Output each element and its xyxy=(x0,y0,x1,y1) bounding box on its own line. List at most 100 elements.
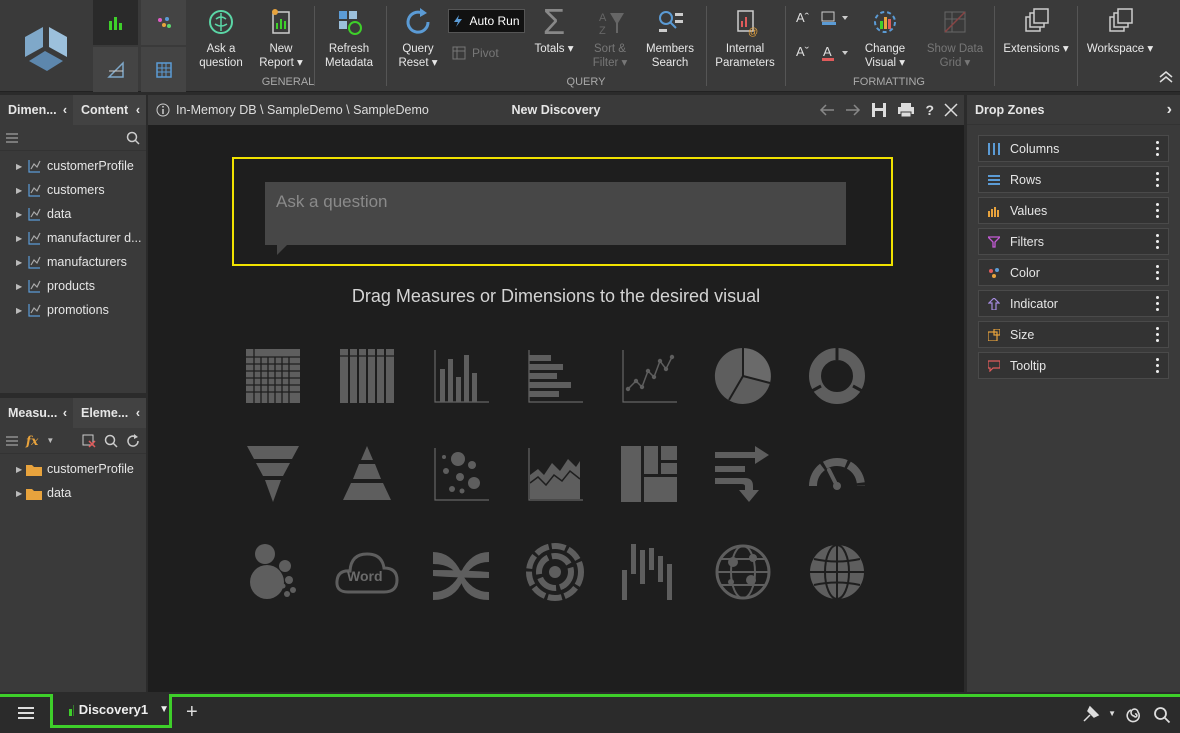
scatter-visual-button[interactable] xyxy=(619,346,679,406)
expand-arrow-icon[interactable]: ▶ xyxy=(16,234,26,243)
column-grid-visual-button[interactable] xyxy=(337,346,397,406)
app-logo[interactable] xyxy=(0,0,92,92)
ask-question-input[interactable] xyxy=(265,182,846,245)
formulate-mode-button[interactable] xyxy=(141,0,186,45)
clear-filter-icon[interactable] xyxy=(82,434,96,448)
extensions-button[interactable]: Extensions ▾ xyxy=(1002,4,1070,76)
sankey-visual-button[interactable] xyxy=(713,444,773,504)
sort-filter-button[interactable]: AZ Sort & Filter ▾ xyxy=(588,4,632,76)
expand-arrow-icon[interactable]: ▶ xyxy=(16,282,26,291)
formula-icon[interactable]: fx xyxy=(26,434,38,448)
waterfall-visual-button[interactable] xyxy=(619,542,679,602)
internal-parameters-button[interactable]: @ Internal Parameters xyxy=(715,4,775,76)
drop-zone-columns[interactable]: Columns xyxy=(978,135,1169,162)
tab-elements[interactable]: Eleme... ‹ xyxy=(73,398,146,428)
font-color-button[interactable]: A xyxy=(820,44,848,65)
tree-item[interactable]: ▶ products xyxy=(0,274,146,298)
query-reset-button[interactable]: Query Reset ▾ xyxy=(396,4,440,76)
sunburst-visual-button[interactable] xyxy=(525,542,585,602)
pin-tool-button[interactable] xyxy=(1082,705,1100,726)
global-search-button[interactable] xyxy=(1153,706,1171,727)
save-icon[interactable] xyxy=(871,102,887,118)
close-icon[interactable] xyxy=(944,103,958,117)
expand-arrow-icon[interactable]: ▶ xyxy=(16,210,26,219)
tree-item[interactable]: ▶ promotions xyxy=(0,298,146,322)
drop-zone-rows[interactable]: Rows xyxy=(978,166,1169,193)
search-icon[interactable] xyxy=(104,434,118,448)
chord-visual-button[interactable] xyxy=(431,542,491,602)
list-view-icon[interactable] xyxy=(6,133,18,143)
expand-arrow-icon[interactable]: ▶ xyxy=(16,306,26,315)
font-size-decrease-button[interactable]: Aˇ xyxy=(796,44,809,59)
more-options-icon[interactable] xyxy=(1156,141,1160,156)
illustrate-mode-button[interactable] xyxy=(93,47,138,92)
search-icon[interactable] xyxy=(126,131,140,145)
workspace-button[interactable]: Workspace ▾ xyxy=(1086,4,1154,76)
pack-bubble-visual-button[interactable] xyxy=(243,542,303,602)
tab-discovery1[interactable]: Discovery1 ▼ xyxy=(50,694,172,728)
drop-zone-size[interactable]: Size xyxy=(978,321,1169,348)
pyramid-visual-button[interactable] xyxy=(337,444,397,504)
new-report-button[interactable]: New Report ▾ xyxy=(258,4,304,76)
more-options-icon[interactable] xyxy=(1156,327,1160,342)
drop-zone-values[interactable]: Values xyxy=(978,197,1169,224)
drop-zone-tooltip[interactable]: Tooltip xyxy=(978,352,1169,379)
gauge-visual-button[interactable] xyxy=(807,444,867,504)
tree-item[interactable]: ▶ data xyxy=(0,481,146,505)
tree-item[interactable]: ▶ manufacturer d... xyxy=(0,226,146,250)
more-options-icon[interactable] xyxy=(1156,172,1160,187)
totals-button[interactable]: Σ Totals ▾ xyxy=(532,4,576,76)
menu-button[interactable] xyxy=(18,706,34,723)
refresh-metadata-button[interactable]: Refresh Metadata xyxy=(323,4,375,76)
tree-item[interactable]: ▶ customerProfile xyxy=(0,457,146,481)
grid-visual-button[interactable] xyxy=(243,346,303,406)
add-tab-icon[interactable]: + xyxy=(186,702,198,722)
more-options-icon[interactable] xyxy=(1156,296,1160,311)
more-options-icon[interactable] xyxy=(1156,234,1160,249)
funnel-visual-button[interactable] xyxy=(243,444,303,504)
map-visual-button[interactable] xyxy=(713,542,773,602)
treemap-visual-button[interactable] xyxy=(619,444,679,504)
refresh-icon[interactable] xyxy=(126,433,140,448)
tree-item[interactable]: ▶ customers xyxy=(0,178,146,202)
font-size-increase-button[interactable]: Aˆ xyxy=(796,10,809,25)
spiral-button[interactable] xyxy=(1126,706,1144,727)
drop-zone-color[interactable]: Color xyxy=(978,259,1169,286)
redo-arrow-icon[interactable] xyxy=(845,104,861,116)
show-data-grid-button[interactable]: Show Data Grid ▾ xyxy=(926,4,984,76)
tree-item[interactable]: ▶ data xyxy=(0,202,146,226)
tree-item[interactable]: ▶ customerProfile xyxy=(0,154,146,178)
word-cloud-visual-button[interactable]: Word xyxy=(333,542,401,602)
chevron-down-icon[interactable]: ▼ xyxy=(46,436,54,445)
present-mode-button[interactable] xyxy=(141,47,186,92)
pivot-button[interactable]: Pivot xyxy=(452,46,499,60)
chevron-down-icon[interactable]: ▼ xyxy=(1108,709,1116,718)
expand-arrow-icon[interactable]: ▶ xyxy=(16,162,26,171)
tab-content[interactable]: Content ‹ xyxy=(73,95,146,125)
chevron-right-icon[interactable]: › xyxy=(1167,101,1172,119)
geo-map-visual-button[interactable] xyxy=(807,542,867,602)
list-view-icon[interactable] xyxy=(6,436,18,446)
area-chart-visual-button[interactable] xyxy=(525,444,585,504)
pie-chart-visual-button[interactable] xyxy=(713,346,773,406)
more-options-icon[interactable] xyxy=(1156,358,1160,373)
auto-run-button[interactable]: Auto Run xyxy=(448,9,525,33)
tree-item[interactable]: ▶ manufacturers xyxy=(0,250,146,274)
fill-color-button[interactable] xyxy=(820,10,848,29)
tab-measures[interactable]: Measu... ‹ xyxy=(0,398,73,428)
expand-arrow-icon[interactable]: ▶ xyxy=(16,258,26,267)
expand-arrow-icon[interactable]: ▶ xyxy=(16,186,26,195)
more-options-icon[interactable] xyxy=(1156,265,1160,280)
change-visual-button[interactable]: Change Visual ▾ xyxy=(862,4,908,76)
expand-arrow-icon[interactable]: ▶ xyxy=(16,465,26,474)
expand-arrow-icon[interactable]: ▶ xyxy=(16,489,26,498)
drop-zone-indicator[interactable]: Indicator xyxy=(978,290,1169,317)
drop-zone-filters[interactable]: Filters xyxy=(978,228,1169,255)
bubble-visual-button[interactable] xyxy=(431,444,491,504)
column-chart-visual-button[interactable] xyxy=(431,346,491,406)
members-search-button[interactable]: Members Search xyxy=(644,4,696,76)
help-icon[interactable]: ? xyxy=(925,102,934,118)
undo-arrow-icon[interactable] xyxy=(819,104,835,116)
chevron-down-icon[interactable]: ▼ xyxy=(159,704,169,715)
discover-mode-button[interactable] xyxy=(93,0,138,45)
